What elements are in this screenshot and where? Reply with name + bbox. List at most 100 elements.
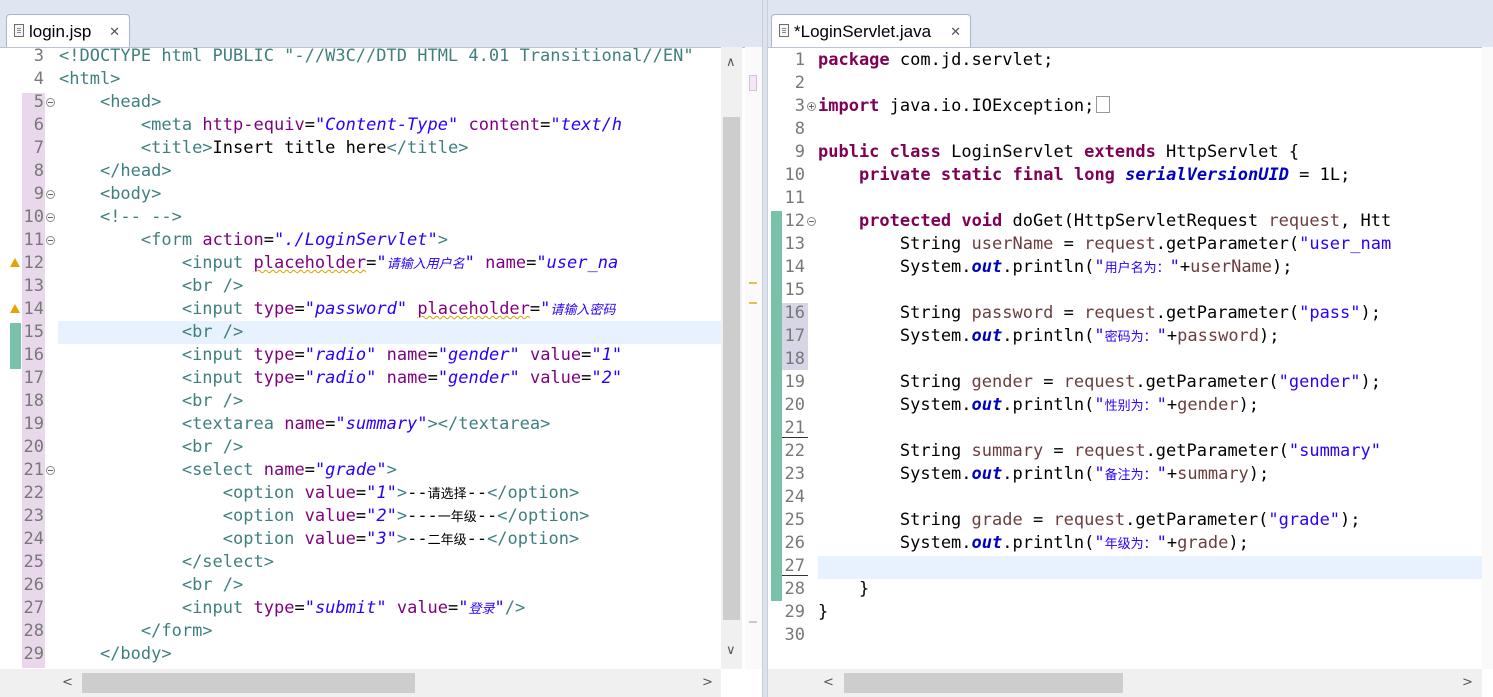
code-line[interactable]: 15 <br /> [0,321,721,344]
scroll-left-arrow[interactable]: < [823,675,834,690]
code-line[interactable]: 11 <form action="./LoginServlet"> [0,229,721,252]
code-line[interactable]: 16 <input type="radio" name="gender" val… [0,344,721,367]
code-line[interactable]: 22 <option value="1">--请选择--</option> [0,482,721,505]
line-number: 18 [23,391,44,411]
collapse-fold-icon[interactable] [46,466,55,475]
right-horizontal-scrollbar[interactable]: < > [768,669,1482,697]
horizontal-scroll-thumb[interactable] [844,673,1123,693]
code-line[interactable]: 15 [768,279,1482,302]
code-line[interactable]: 9 <body> [0,183,721,206]
code-line[interactable]: 27 <input type="submit" value="登录"/> [0,597,721,620]
code-line[interactable]: 9 public class LoginServlet extends HttpS… [768,141,1482,164]
code-line[interactable]: 12 <input placeholder="请输入用户名" name="use… [0,252,721,275]
code-line[interactable]: 28 } [768,578,1482,601]
right-editor-pane: *LoginServlet.java ✕ 1 package com.jd.ser… [767,0,1493,697]
code-line[interactable]: 29} [768,601,1482,624]
code-text: </form> [140,621,213,641]
close-icon[interactable]: ✕ [950,15,961,48]
code-line[interactable]: 13 <br /> [0,275,721,298]
horizontal-scroll-thumb[interactable] [82,673,415,693]
code-line[interactable]: 20 System.out.println("性别为："+gender); [768,394,1482,417]
code-line[interactable]: 18 <br /> [0,390,721,413]
code-line[interactable]: 3 import java.io.IOException; [768,95,1482,118]
tab-loginservlet-java[interactable]: *LoginServlet.java ✕ [771,14,971,47]
code-line[interactable]: 16 String password = request.getParamete… [768,302,1482,325]
warning-icon[interactable] [10,258,20,267]
collapse-fold-icon[interactable] [46,98,55,107]
code-line[interactable]: 11 [768,187,1482,210]
scroll-right-arrow[interactable]: > [702,675,713,690]
code-line[interactable]: 10 <!-- --> [0,206,721,229]
code-line[interactable]: 17 System.out.println("密码为："+password); [768,325,1482,348]
scroll-up-arrow[interactable]: ∧ [726,55,736,70]
code-line[interactable]: 26 <br /> [0,574,721,597]
code-line[interactable]: 12 protected void doGet(HttpServletReque… [768,210,1482,233]
code-line[interactable]: 18 [768,348,1482,371]
warning-mark[interactable] [749,302,757,304]
code-line[interactable]: 13 String userName = request.getParamete… [768,233,1482,256]
scroll-down-arrow[interactable]: ∨ [726,643,736,658]
code-line[interactable]: 23 System.out.println("备注为："+summary); [768,463,1482,486]
line-number: 22 [784,441,805,461]
code-line[interactable]: 24 <option value="3">--二年级--</option> [0,528,721,551]
collapse-fold-icon[interactable] [46,190,55,199]
code-line[interactable]: 22 String summary = request.getParameter… [768,440,1482,463]
code-line[interactable]: 14 <input type="password" placeholder="请… [0,298,721,321]
java-code-editor[interactable]: 1 package com.jd.servlet; 2 3 import java.io… [768,47,1493,697]
warning-icon[interactable] [10,304,20,313]
code-text: <!-- --> [99,207,182,227]
code-line[interactable]: 23 <option value="2">---一年级--</option> [0,505,721,528]
overview-ruler[interactable] [745,47,762,669]
code-text: <option value="3">--二年级--</option> [222,529,580,549]
code-line[interactable]: 24 [768,486,1482,509]
jsp-code-editor[interactable]: 3 <!DOCTYPE html PUBLIC "-//W3C//DTD HTML… [0,45,762,697]
line-number: 22 [23,483,44,503]
code-line[interactable]: 21 [768,417,1482,440]
code-line[interactable]: 25 String grade = request.getParameter("… [768,509,1482,532]
line-number: 17 [23,368,44,388]
code-line[interactable]: 30 [768,624,1482,647]
code-line[interactable]: 6 <meta http-equiv="Content-Type" conten… [0,114,721,137]
code-line[interactable]: 19 String gender = request.getParameter(… [768,371,1482,394]
line-number: 13 [784,234,805,254]
code-line[interactable]: 17 <input type="radio" name="gender" val… [0,367,721,390]
left-horizontal-scrollbar[interactable]: < > [0,669,721,697]
code-line[interactable]: 7 <title>Insert title here</title> [0,137,721,160]
collapse-fold-icon[interactable] [46,236,55,245]
warning-mark[interactable] [749,282,757,284]
code-line[interactable]: 8 [768,118,1482,141]
code-line[interactable]: 3 <!DOCTYPE html PUBLIC "-//W3C//DTD HTML… [0,45,721,68]
line-number: 2 [794,73,805,93]
code-line[interactable]: 8 </head> [0,160,721,183]
tab-login-jsp[interactable]: login.jsp ✕ [6,14,130,47]
code-line[interactable]: 4 <html> [0,68,721,91]
code-text: <br /> [181,575,244,595]
close-icon[interactable]: ✕ [109,15,120,48]
code-line[interactable]: 29 </body> [0,643,721,666]
code-line[interactable]: 1 package com.jd.servlet; [768,49,1482,72]
scroll-right-arrow[interactable]: > [1462,675,1473,690]
code-text: String password = request.getParameter("… [818,303,1381,323]
right-overview-ruler[interactable] [1482,47,1493,669]
code-line[interactable]: 2 [768,72,1482,95]
code-line[interactable]: 10 private static final long serialVersi… [768,164,1482,187]
overview-mark[interactable] [749,621,757,623]
code-line[interactable]: 26 System.out.println("年级为："+grade); [768,532,1482,555]
collapse-fold-icon[interactable] [807,217,816,226]
expand-fold-icon[interactable] [807,102,816,111]
code-line[interactable]: 21 <select name="grade"> [0,459,721,482]
vertical-scroll-thumb[interactable] [723,117,740,620]
left-vertical-scrollbar[interactable]: ∧ ∨ [721,47,742,669]
code-line[interactable]: 28 </form> [0,620,721,643]
code-line[interactable]: 27 [768,555,1482,578]
left-tab-bar: login.jsp ✕ [0,0,762,48]
code-text: <head> [99,92,162,112]
code-line[interactable]: 14 System.out.println("用户名为："+userName); [768,256,1482,279]
code-line[interactable]: 19 <textarea name="summary"></textarea> [0,413,721,436]
collapse-fold-icon[interactable] [46,213,55,222]
scroll-left-arrow[interactable]: < [62,675,73,690]
code-line[interactable]: 20 <br /> [0,436,721,459]
code-line[interactable]: 25 </select> [0,551,721,574]
line-number: 19 [784,372,805,392]
code-line[interactable]: 5 <head> [0,91,721,114]
